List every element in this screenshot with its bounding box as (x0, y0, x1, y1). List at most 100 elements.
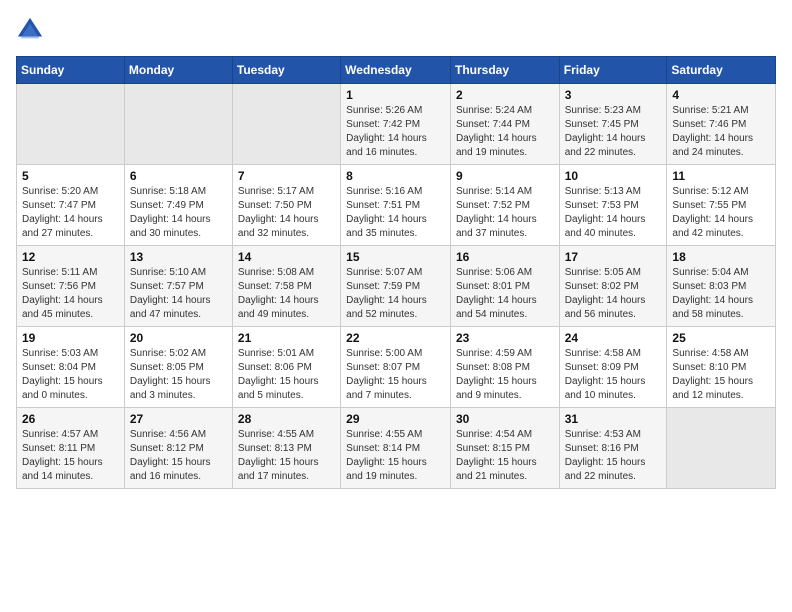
day-number: 10 (565, 169, 662, 183)
day-cell: 26 Sunrise: 4:57 AM Sunset: 8:11 PM Dayli… (17, 408, 125, 489)
day-cell: 2 Sunrise: 5:24 AM Sunset: 7:44 PM Daylig… (450, 84, 559, 165)
day-info: Sunrise: 5:04 AM Sunset: 8:03 PM Dayligh… (672, 266, 770, 322)
day-info: Sunrise: 5:14 AM Sunset: 7:52 PM Dayligh… (456, 185, 554, 241)
day-number: 25 (672, 331, 770, 345)
day-number: 2 (456, 88, 554, 102)
day-number: 22 (346, 331, 445, 345)
day-cell: 21Sunrise: 5:01 AM Sunset: 8:06 PM Dayli… (232, 327, 340, 408)
calendar-table: SundayMondayTuesdayWednesdayThursdayFrid… (16, 56, 776, 489)
day-info: Sunrise: 4:57 AM Sunset: 8:11 PM Dayligh… (22, 428, 119, 484)
day-number: 15 (346, 250, 445, 264)
day-info: Sunrise: 5:11 AM Sunset: 7:56 PM Dayligh… (22, 266, 119, 322)
day-info: Sunrise: 5:13 AM Sunset: 7:53 PM Dayligh… (565, 185, 662, 241)
day-cell: 19Sunrise: 5:03 AM Sunset: 8:04 PM Dayli… (17, 327, 125, 408)
day-cell: 10 Sunrise: 5:13 AM Sunset: 7:53 PM Dayli… (559, 165, 667, 246)
day-number: 5 (22, 169, 119, 183)
day-number: 20 (130, 331, 227, 345)
day-info: Sunrise: 5:12 AM Sunset: 7:55 PM Dayligh… (672, 185, 770, 241)
day-cell: 31 Sunrise: 4:53 AM Sunset: 8:16 PM Dayli… (559, 408, 667, 489)
day-cell: 13Sunrise: 5:10 AM Sunset: 7:57 PM Dayli… (124, 246, 232, 327)
day-info: Sunrise: 5:01 AM Sunset: 8:06 PM Dayligh… (238, 347, 335, 403)
day-number: 19 (22, 331, 119, 345)
day-cell: 9 Sunrise: 5:14 AM Sunset: 7:52 PM Daylig… (450, 165, 559, 246)
day-cell: 11 Sunrise: 5:12 AM Sunset: 7:55 PM Dayli… (667, 165, 776, 246)
day-number: 11 (672, 169, 770, 183)
day-info: Sunrise: 5:26 AM Sunset: 7:42 PM Dayligh… (346, 104, 445, 160)
day-header-sunday: Sunday (17, 57, 125, 84)
day-number: 29 (346, 412, 445, 426)
day-number: 4 (672, 88, 770, 102)
day-number: 30 (456, 412, 554, 426)
week-row: 12 Sunrise: 5:11 AM Sunset: 7:56 PM Dayli… (17, 246, 776, 327)
day-cell (124, 84, 232, 165)
day-cell: 4 Sunrise: 5:21 AM Sunset: 7:46 PM Daylig… (667, 84, 776, 165)
day-cell: 17 Sunrise: 5:05 AM Sunset: 8:02 PM Dayli… (559, 246, 667, 327)
day-number: 7 (238, 169, 335, 183)
day-cell: 28 Sunrise: 4:55 AM Sunset: 8:13 PM Dayli… (232, 408, 340, 489)
day-number: 6 (130, 169, 227, 183)
day-cell (232, 84, 340, 165)
day-cell: 23 Sunrise: 4:59 AM Sunset: 8:08 PM Dayli… (450, 327, 559, 408)
header-row: SundayMondayTuesdayWednesdayThursdayFrid… (17, 57, 776, 84)
day-cell: 3Sunrise: 5:23 AM Sunset: 7:45 PM Daylig… (559, 84, 667, 165)
day-number: 16 (456, 250, 554, 264)
day-info: Sunrise: 5:21 AM Sunset: 7:46 PM Dayligh… (672, 104, 770, 160)
day-cell: 20 Sunrise: 5:02 AM Sunset: 8:05 PM Dayli… (124, 327, 232, 408)
day-header-friday: Friday (559, 57, 667, 84)
day-number: 27 (130, 412, 227, 426)
day-number: 17 (565, 250, 662, 264)
day-cell: 27 Sunrise: 4:56 AM Sunset: 8:12 PM Dayli… (124, 408, 232, 489)
day-header-saturday: Saturday (667, 57, 776, 84)
day-info: Sunrise: 4:55 AM Sunset: 8:14 PM Dayligh… (346, 428, 445, 484)
day-info: Sunrise: 5:23 AM Sunset: 7:45 PM Dayligh… (565, 104, 662, 160)
day-info: Sunrise: 4:58 AM Sunset: 8:10 PM Dayligh… (672, 347, 770, 403)
logo-icon (16, 16, 44, 44)
day-cell: 7 Sunrise: 5:17 AM Sunset: 7:50 PM Daylig… (232, 165, 340, 246)
day-number: 18 (672, 250, 770, 264)
week-row: 26 Sunrise: 4:57 AM Sunset: 8:11 PM Dayli… (17, 408, 776, 489)
day-cell: 8 Sunrise: 5:16 AM Sunset: 7:51 PM Daylig… (341, 165, 451, 246)
week-row: 1 Sunrise: 5:26 AM Sunset: 7:42 PM Daylig… (17, 84, 776, 165)
day-info: Sunrise: 4:54 AM Sunset: 8:15 PM Dayligh… (456, 428, 554, 484)
day-number: 23 (456, 331, 554, 345)
day-number: 26 (22, 412, 119, 426)
day-number: 1 (346, 88, 445, 102)
day-info: Sunrise: 4:53 AM Sunset: 8:16 PM Dayligh… (565, 428, 662, 484)
day-info: Sunrise: 4:56 AM Sunset: 8:12 PM Dayligh… (130, 428, 227, 484)
day-info: Sunrise: 5:07 AM Sunset: 7:59 PM Dayligh… (346, 266, 445, 322)
day-number: 31 (565, 412, 662, 426)
week-row: 19Sunrise: 5:03 AM Sunset: 8:04 PM Dayli… (17, 327, 776, 408)
day-info: Sunrise: 5:17 AM Sunset: 7:50 PM Dayligh… (238, 185, 335, 241)
day-cell: 25 Sunrise: 4:58 AM Sunset: 8:10 PM Dayli… (667, 327, 776, 408)
day-info: Sunrise: 5:16 AM Sunset: 7:51 PM Dayligh… (346, 185, 445, 241)
day-number: 28 (238, 412, 335, 426)
day-cell: 5 Sunrise: 5:20 AM Sunset: 7:47 PM Daylig… (17, 165, 125, 246)
week-row: 5 Sunrise: 5:20 AM Sunset: 7:47 PM Daylig… (17, 165, 776, 246)
day-info: Sunrise: 4:58 AM Sunset: 8:09 PM Dayligh… (565, 347, 662, 403)
day-number: 12 (22, 250, 119, 264)
day-info: Sunrise: 4:55 AM Sunset: 8:13 PM Dayligh… (238, 428, 335, 484)
logo (16, 16, 48, 44)
day-header-monday: Monday (124, 57, 232, 84)
day-number: 8 (346, 169, 445, 183)
day-cell: 15 Sunrise: 5:07 AM Sunset: 7:59 PM Dayli… (341, 246, 451, 327)
day-info: Sunrise: 5:06 AM Sunset: 8:01 PM Dayligh… (456, 266, 554, 322)
day-info: Sunrise: 5:08 AM Sunset: 7:58 PM Dayligh… (238, 266, 335, 322)
page-header (16, 16, 776, 44)
day-number: 24 (565, 331, 662, 345)
day-info: Sunrise: 5:18 AM Sunset: 7:49 PM Dayligh… (130, 185, 227, 241)
day-cell: 29 Sunrise: 4:55 AM Sunset: 8:14 PM Dayli… (341, 408, 451, 489)
day-cell: 24 Sunrise: 4:58 AM Sunset: 8:09 PM Dayli… (559, 327, 667, 408)
day-number: 13 (130, 250, 227, 264)
day-info: Sunrise: 5:05 AM Sunset: 8:02 PM Dayligh… (565, 266, 662, 322)
day-info: Sunrise: 5:24 AM Sunset: 7:44 PM Dayligh… (456, 104, 554, 160)
day-cell: 22 Sunrise: 5:00 AM Sunset: 8:07 PM Dayli… (341, 327, 451, 408)
day-number: 9 (456, 169, 554, 183)
day-cell: 16 Sunrise: 5:06 AM Sunset: 8:01 PM Dayli… (450, 246, 559, 327)
day-info: Sunrise: 4:59 AM Sunset: 8:08 PM Dayligh… (456, 347, 554, 403)
day-info: Sunrise: 5:02 AM Sunset: 8:05 PM Dayligh… (130, 347, 227, 403)
day-number: 14 (238, 250, 335, 264)
day-info: Sunrise: 5:20 AM Sunset: 7:47 PM Dayligh… (22, 185, 119, 241)
day-info: Sunrise: 5:00 AM Sunset: 8:07 PM Dayligh… (346, 347, 445, 403)
day-cell: 30 Sunrise: 4:54 AM Sunset: 8:15 PM Dayli… (450, 408, 559, 489)
